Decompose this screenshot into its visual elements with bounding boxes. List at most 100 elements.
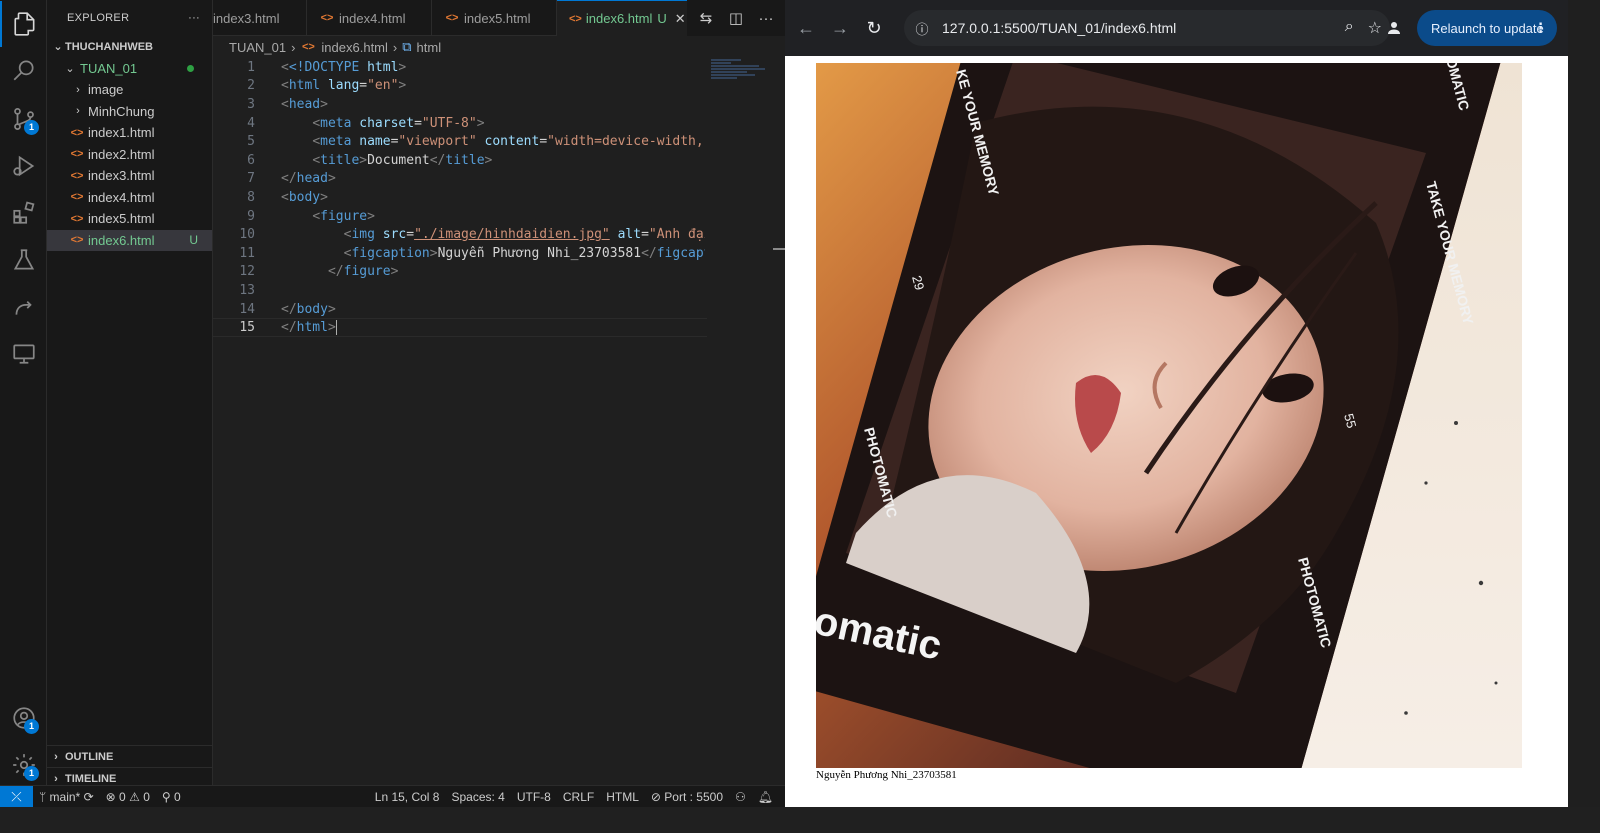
close-icon[interactable]: ✕: [675, 11, 686, 27]
workspace-row[interactable]: ⌄ THUCHANHWEB: [47, 36, 212, 58]
tab-index5[interactable]: <> index5.html: [432, 0, 557, 36]
code-line: 8 <body>: [213, 188, 707, 207]
indentation[interactable]: Spaces: 4: [445, 790, 510, 804]
language-mode[interactable]: HTML: [600, 790, 645, 804]
tree-file-index3[interactable]: <> index3.html: [47, 165, 212, 187]
encoding[interactable]: UTF-8: [511, 790, 557, 804]
tree-file-index2[interactable]: <> index2.html: [47, 144, 212, 166]
relaunch-button[interactable]: Relaunch to update ⋮: [1417, 10, 1557, 46]
tree-item-label: index1.html: [88, 125, 155, 141]
search-icon[interactable]: [0, 47, 47, 93]
tree-folder-minhchung[interactable]: › MinhChung: [47, 101, 212, 123]
accounts-icon[interactable]: 1: [0, 695, 47, 741]
kebab-menu-icon[interactable]: ⋮: [1534, 20, 1547, 36]
ports-item[interactable]: ⚲ 0: [156, 790, 187, 804]
git-graph-icon[interactable]: [0, 284, 47, 330]
tree-file-index6[interactable]: <> index6.html U: [47, 229, 212, 251]
code-line: 11 <figcaption>Nguyễn Phương Nhi_2370358…: [213, 244, 707, 263]
code-token: "en": [367, 78, 399, 94]
error-icon: ⊗: [105, 789, 116, 804]
code-line: 9 <figure>: [213, 207, 707, 226]
live-server-item[interactable]: ⊘ Port : 5500: [645, 790, 729, 804]
address-bar[interactable]: ⓘ 127.0.0.1:5500/TUAN_01/index6.html ⌕ ☆: [904, 10, 1390, 46]
extensions-icon[interactable]: [0, 190, 47, 236]
profile-avatar-icon[interactable]: [1382, 16, 1406, 40]
compare-changes-icon[interactable]: ⇆: [695, 9, 717, 27]
chevron-right-icon: ›: [76, 83, 80, 96]
scm-badge: 1: [24, 120, 39, 135]
notifications-bell-icon[interactable]: 🔔︎: [752, 790, 779, 804]
scrollbar-marker[interactable]: [773, 248, 785, 250]
tab-index6[interactable]: <> index6.html U ✕: [557, 0, 697, 36]
sync-icon: ⟳: [83, 789, 94, 804]
outline-label: OUTLINE: [65, 750, 114, 763]
code-token: Nguyễn Phương Nhi_23703581: [437, 245, 642, 261]
chevron-down-icon: ⌄: [65, 62, 75, 75]
breadcrumb-folder[interactable]: TUAN_01: [229, 40, 286, 55]
code-editor[interactable]: 1 <<!DOCTYPE html> 2 <html lang="en"> 3 <he…: [213, 58, 707, 337]
no-entry-icon: ⊘: [650, 790, 661, 804]
bookmark-star-icon[interactable]: ☆: [1368, 18, 1382, 38]
breadcrumb-file[interactable]: index6.html: [321, 40, 387, 55]
zoom-icon[interactable]: ⌕: [1345, 18, 1354, 38]
back-arrow-icon[interactable]: ←: [789, 11, 823, 45]
html-file-icon: <>: [70, 212, 84, 225]
cursor-position[interactable]: Ln 15, Col 8: [369, 790, 446, 804]
folder-row-tuan01[interactable]: ⌄ TUAN_01: [47, 58, 212, 80]
tab-index4[interactable]: <> index4.html: [307, 0, 432, 36]
tab-index3[interactable]: index3.html: [213, 0, 307, 36]
tree-file-index1[interactable]: <> index1.html: [47, 122, 212, 144]
line-ending[interactable]: CRLF: [557, 790, 600, 804]
code-token: "Ảnh đại c: [648, 227, 705, 243]
split-editor-icon[interactable]: ◫: [725, 9, 747, 27]
problems-item[interactable]: ⊗ 0 ⚠ 0: [100, 790, 156, 804]
code-token: "width=device-width, in: [547, 134, 704, 150]
reload-icon[interactable]: ↻: [857, 11, 891, 45]
editor-actions: ⇆ ◫ ···: [687, 0, 785, 36]
forward-arrow-icon[interactable]: →: [823, 11, 857, 45]
site-info-icon[interactable]: ⓘ: [910, 16, 934, 40]
activity-bar: 1 1 1: [0, 0, 47, 805]
explorer-header: EXPLORER ···: [47, 0, 212, 36]
line-number: 7: [247, 171, 255, 187]
code-line: 12 </figure>: [213, 263, 707, 282]
settings-gear-icon[interactable]: 1: [0, 742, 47, 788]
tree-file-index5[interactable]: <> index5.html: [47, 208, 212, 230]
code-token: <!DOCTYPE: [288, 59, 360, 75]
code-line: 7 </head>: [213, 170, 707, 189]
tree-item-label: MinhChung: [88, 103, 155, 119]
code-line: 13: [213, 281, 707, 300]
run-debug-icon[interactable]: [0, 143, 47, 189]
branch-item[interactable]: ᛘ main* ⟳: [33, 790, 100, 804]
breadcrumb-symbol[interactable]: html: [417, 40, 442, 55]
web-page: KE YOUR MEMORY TAKE YOUR MEMORY OMATIC 2…: [785, 56, 1568, 808]
tree-file-index4[interactable]: <> index4.html: [47, 187, 212, 209]
explorer-more-icon[interactable]: ···: [188, 12, 200, 24]
chevron-right-icon: ›: [54, 772, 58, 785]
code-line: 2 <html lang="en">: [213, 77, 707, 96]
remote-icon[interactable]: ⤫: [0, 785, 33, 808]
html-file-icon: <>: [70, 148, 84, 161]
url-text[interactable]: 127.0.0.1:5500/TUAN_01/index6.html: [942, 20, 1176, 36]
source-control-icon[interactable]: 1: [0, 96, 47, 142]
code-token: html: [367, 59, 399, 75]
tree-folder-image[interactable]: › image: [47, 79, 212, 101]
outline-section[interactable]: › OUTLINE: [47, 745, 213, 767]
explorer-icon[interactable]: [0, 1, 47, 47]
tab-label: index3.html: [213, 10, 280, 26]
html-file-icon: <>: [70, 191, 84, 204]
chevron-right-icon: ›: [392, 39, 398, 55]
remote-explorer-icon[interactable]: [0, 330, 47, 376]
code-line: 6 <title>Document</title>: [213, 151, 707, 170]
minimap[interactable]: [707, 58, 785, 98]
line-number: 14: [239, 301, 255, 317]
line-number: 15: [239, 320, 255, 336]
copilot-icon[interactable]: ⚇: [729, 790, 752, 804]
testing-icon[interactable]: [0, 237, 47, 283]
tab-bar: index3.html <> index4.html <> index5.htm…: [213, 0, 785, 36]
broadcast-icon: ⚲: [161, 789, 171, 804]
more-actions-icon[interactable]: ···: [755, 10, 777, 27]
line-number: 5: [247, 134, 255, 150]
line-number: 6: [247, 152, 255, 168]
ports-count: 0: [174, 789, 181, 804]
